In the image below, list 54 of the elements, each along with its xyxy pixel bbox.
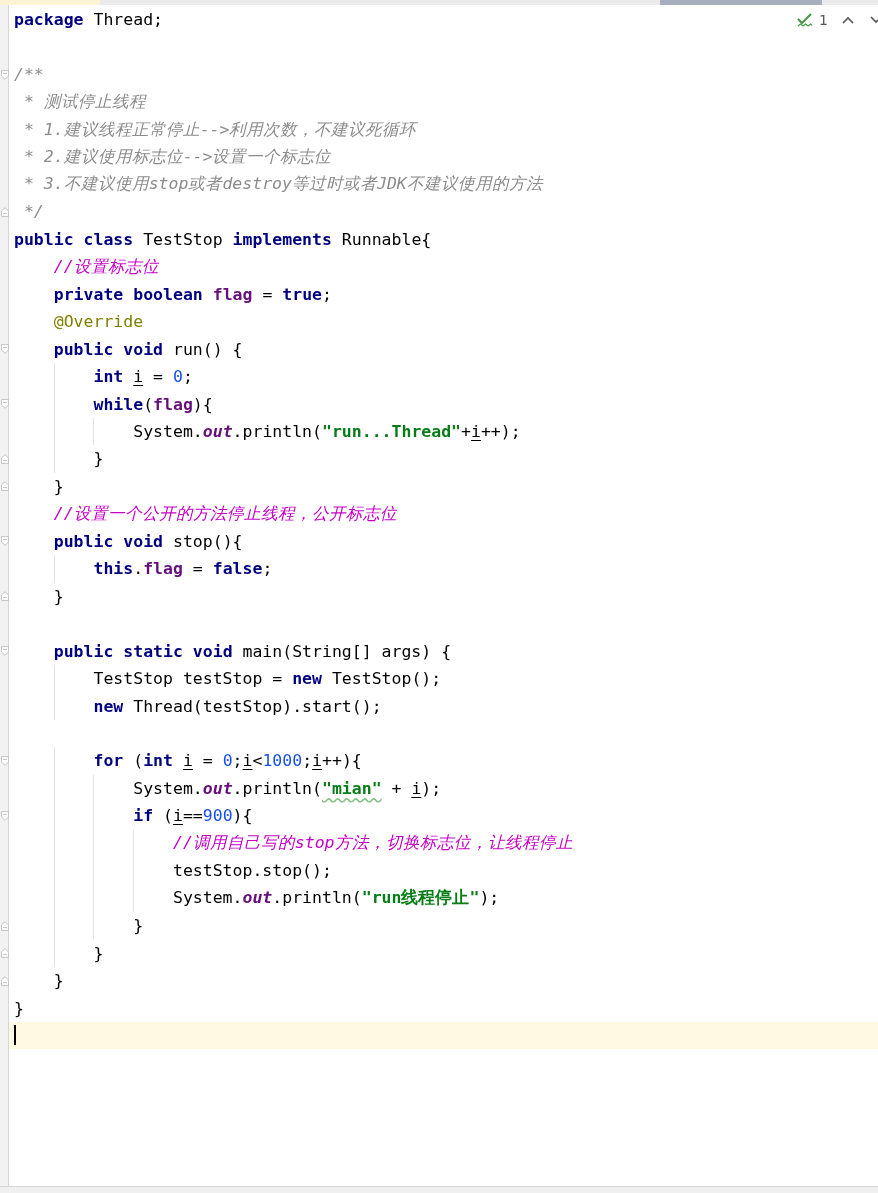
code-line: //设置一个公开的方法停止线程，公开标志位 (53, 502, 397, 525)
code-line: System.out.println("run...Thread"+i++); (133, 422, 521, 441)
code-line: package Thread; (14, 10, 164, 30)
expand-end-icon[interactable] (1, 947, 9, 960)
code-line: this.flag = false; (93, 559, 273, 579)
code-line: //设置标志位 (53, 255, 159, 278)
code-line: //调用自己写的stop方法，切换标志位，让线程停止 (172, 832, 573, 855)
code-line: } (133, 916, 144, 936)
collapse-icon[interactable] (1, 645, 9, 658)
expand-end-icon[interactable] (1, 452, 9, 465)
expand-end-icon[interactable] (1, 590, 9, 603)
collapse-icon[interactable] (1, 754, 9, 767)
code-line: } (53, 586, 64, 606)
code-line: new Thread(testStop).start(); (93, 696, 382, 716)
code-line: } (53, 476, 64, 496)
code-line: } (93, 449, 104, 469)
code-line: @Override (53, 312, 144, 332)
expand-end-icon[interactable] (1, 205, 9, 218)
chevron-up-icon[interactable] (842, 16, 854, 24)
code-line: * 3.不建议使用stop或者destroy等过时或者JDK不建议使用的方法 (23, 173, 543, 196)
code-line: */ (23, 202, 44, 222)
code-line: if (i==900){ (133, 806, 253, 826)
code-line: for (int i = 0;i<1000;i++){ (93, 751, 362, 771)
code-line: } (53, 971, 64, 991)
code-line: System.out.println("run线程停止"); (172, 887, 500, 910)
code-line: * 2.建议使用标志位-->设置一个标志位 (23, 146, 332, 168)
collapse-icon[interactable] (1, 809, 9, 822)
code-line: } (93, 943, 104, 963)
text-cursor (14, 1025, 16, 1046)
expand-end-icon[interactable] (1, 974, 9, 987)
code-line: TestStop testStop = new TestStop(); (93, 669, 442, 689)
collapse-icon[interactable] (1, 343, 9, 356)
code-line: public static void main(String[] args) { (53, 641, 452, 661)
code-line: /** (14, 65, 44, 85)
code-line: while(flag){ (93, 394, 213, 414)
code-line: System.out.println("mian" + i); (133, 778, 442, 798)
collapse-icon[interactable] (1, 535, 9, 548)
horizontal-scrollbar[interactable] (0, 1186, 878, 1193)
code-line: testStop.stop(); (172, 861, 332, 881)
expand-end-icon[interactable] (1, 919, 9, 932)
code-line: public void run() { (53, 339, 243, 359)
code-line: public class TestStop implements Runnable{ (14, 229, 432, 249)
collapse-icon[interactable] (1, 398, 9, 411)
code-line: int i = 0; (93, 367, 193, 387)
chevron-down-icon[interactable] (870, 16, 878, 24)
code-line: } (14, 998, 24, 1018)
code-line: public void stop(){ (53, 531, 243, 551)
code-line: * 1.建议线程正常停止-->利用次数，不建议死循环 (23, 118, 417, 141)
inspection-count: 1 (819, 12, 828, 28)
code-line: * 测试停止线程 (23, 91, 146, 114)
check-icon[interactable] (797, 12, 814, 28)
collapse-icon[interactable] (1, 68, 9, 81)
code-line: private boolean flag = true; (53, 284, 332, 304)
expand-end-icon[interactable] (1, 480, 9, 493)
